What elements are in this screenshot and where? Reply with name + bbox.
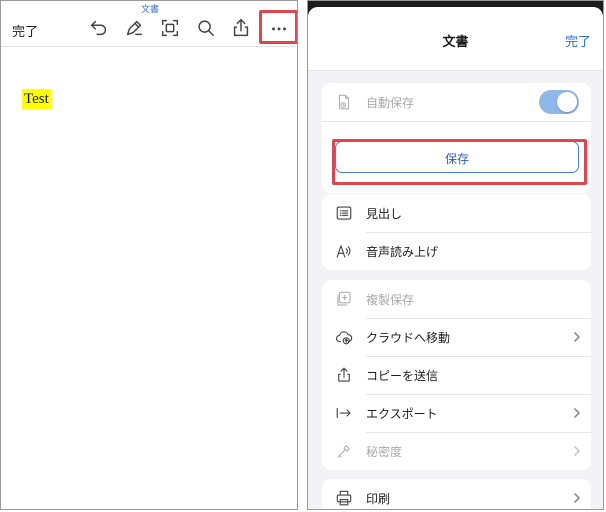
document-body-text[interactable]: Test <box>22 89 51 109</box>
sensitivity-icon <box>335 442 353 460</box>
more-button-annotation <box>259 10 297 44</box>
editor-toolbar: 文書 完了 <box>1 1 297 47</box>
chevron-right-icon <box>571 491 583 505</box>
undo-icon[interactable] <box>88 17 110 39</box>
save-button-annotation <box>332 139 587 185</box>
share-icon[interactable] <box>230 17 252 39</box>
read-aloud-icon <box>335 242 353 260</box>
chevron-right-icon <box>571 330 583 344</box>
autosave-row: 自動保存 <box>322 83 591 121</box>
menu-item-label: 印刷 <box>366 492 391 506</box>
menu-item-read-aloud[interactable]: 音声読み上げ <box>322 232 591 270</box>
menu-item-save-copy: 複製保存 <box>322 280 591 318</box>
menu-item-label: 見出し <box>366 207 403 221</box>
menu-item-label: 音声読み上げ <box>366 245 439 259</box>
print-group: 印刷 <box>322 479 591 509</box>
scan-icon[interactable] <box>159 17 181 39</box>
menu-item-label: クラウドへ移動 <box>366 331 451 345</box>
document-menu-pane: 文書 完了 自動保存 保存 見出し 音声読み上げ 複製保存 クラウドへ移動 コピ… <box>307 0 604 510</box>
toolbar-divider <box>1 46 297 47</box>
autosave-label: 自動保存 <box>366 96 415 110</box>
menu-item-move-to-cloud[interactable]: クラウドへ移動 <box>322 318 591 356</box>
menu-item-sensitivity: 秘密度 <box>322 432 591 470</box>
menu-item-label: 複製保存 <box>366 293 415 307</box>
share-icon <box>335 366 353 384</box>
menu-item-headings[interactable]: 見出し <box>322 194 591 232</box>
menu-item-label: エクスポート <box>366 407 438 421</box>
document-editor-pane: 文書 完了 Test <box>0 0 298 510</box>
print-icon <box>335 489 353 507</box>
document-title: 文書 <box>140 5 159 15</box>
export-icon <box>335 404 353 422</box>
sheet-header: 文書 完了 <box>308 7 603 71</box>
menu-item-label: コピーを送信 <box>366 369 439 383</box>
menu-item-print[interactable]: 印刷 <box>322 479 591 509</box>
menu-item-label: 秘密度 <box>366 445 403 459</box>
document-menu-sheet: 文書 完了 自動保存 保存 見出し 音声読み上げ 複製保存 クラウドへ移動 コピ… <box>308 7 603 509</box>
done-button[interactable]: 完了 <box>12 21 38 40</box>
file-actions-group: 複製保存 クラウドへ移動 コピーを送信 エクスポート 秘密度 <box>322 280 591 470</box>
menu-item-send-copy[interactable]: コピーを送信 <box>322 356 591 394</box>
pen-icon[interactable] <box>123 17 145 39</box>
view-group: 見出し 音声読み上げ <box>322 194 591 270</box>
sheet-done-button[interactable]: 完了 <box>565 31 591 50</box>
cloud-upload-icon <box>335 328 353 346</box>
sheet-title: 文書 <box>442 35 469 50</box>
autosave-toggle-knob <box>557 92 577 112</box>
autosave-document-icon <box>335 93 353 111</box>
search-icon[interactable] <box>195 17 217 39</box>
menu-item-export[interactable]: エクスポート <box>322 394 591 432</box>
duplicate-icon <box>335 290 353 308</box>
autosave-toggle[interactable] <box>539 90 579 114</box>
list-icon <box>335 204 353 222</box>
row-divider <box>322 121 591 122</box>
chevron-right-icon <box>571 406 583 420</box>
chevron-right-icon <box>571 444 583 458</box>
